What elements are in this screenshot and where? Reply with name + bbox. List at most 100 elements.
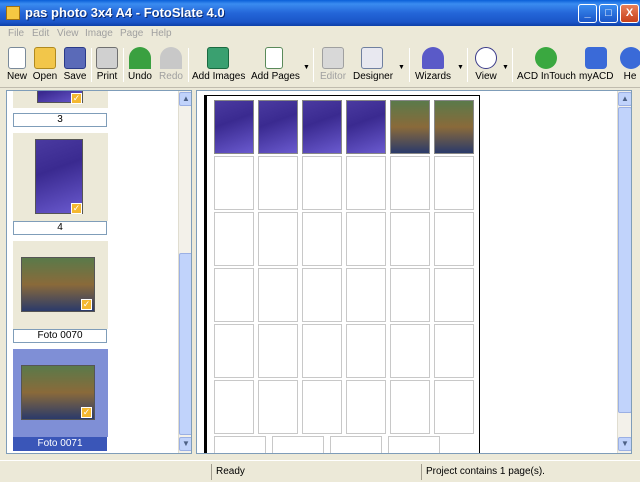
photo-slot[interactable] bbox=[258, 100, 298, 154]
photo-slot[interactable] bbox=[388, 436, 440, 453]
menu-view[interactable]: View bbox=[57, 28, 79, 39]
add-pages-button[interactable]: Add Pages bbox=[251, 45, 300, 87]
photo-slot[interactable] bbox=[258, 268, 298, 322]
photo-slot[interactable] bbox=[272, 436, 324, 453]
photo-slot[interactable] bbox=[434, 156, 474, 210]
thumbnail-label-4[interactable]: 4 bbox=[13, 221, 107, 235]
acd-intouch-button[interactable]: ACD InTouch bbox=[517, 45, 576, 87]
photo-slot[interactable] bbox=[390, 380, 430, 434]
page-canvas[interactable]: ▲ ▼ bbox=[196, 90, 632, 454]
photo-slot[interactable] bbox=[214, 268, 254, 322]
close-button[interactable]: X bbox=[620, 4, 639, 23]
thumbnail-3[interactable]: ✓ bbox=[13, 91, 108, 108]
view-button[interactable]: View bbox=[472, 45, 500, 87]
add-pages-dropdown-icon[interactable]: ▼ bbox=[303, 64, 310, 71]
open-button[interactable]: Open bbox=[32, 45, 58, 87]
designer-dropdown-icon[interactable]: ▼ bbox=[398, 64, 405, 71]
thumbnail-foto-0071[interactable]: ✓ bbox=[13, 349, 108, 437]
photo-slot[interactable] bbox=[346, 380, 386, 434]
add-images-button[interactable]: Add Images bbox=[192, 45, 245, 87]
redo-button[interactable]: Redo bbox=[158, 45, 184, 87]
photo-slot[interactable] bbox=[302, 212, 342, 266]
placed-photo[interactable] bbox=[347, 101, 385, 153]
photo-slot[interactable] bbox=[302, 324, 342, 378]
new-button[interactable]: New bbox=[4, 45, 30, 87]
photo-slot[interactable] bbox=[258, 212, 298, 266]
photo-slot[interactable] bbox=[390, 212, 430, 266]
view-dropdown-icon[interactable]: ▼ bbox=[502, 64, 509, 71]
maximize-button[interactable]: □ bbox=[599, 4, 618, 23]
photo-slot[interactable] bbox=[214, 212, 254, 266]
scroll-up-icon[interactable]: ▲ bbox=[179, 92, 191, 106]
title-bar[interactable]: pas photo 3x4 A4 - FotoSlate 4.0 _ □ X bbox=[0, 0, 640, 26]
photo-slot[interactable] bbox=[214, 380, 254, 434]
thumbnail-label-foto-0070[interactable]: Foto 0070 bbox=[13, 329, 107, 343]
placed-photo[interactable] bbox=[303, 101, 341, 153]
thumbnail-scrollbar[interactable]: ▲ ▼ bbox=[178, 91, 191, 453]
page-scrollbar[interactable]: ▲ ▼ bbox=[617, 91, 631, 453]
photo-slot[interactable] bbox=[390, 268, 430, 322]
thumbnail-pane[interactable]: ✓ 3 ✓ 4 ✓ Foto 0070 ✓ Foto 0071 ▲ ▼ bbox=[6, 90, 192, 454]
photo-slot[interactable] bbox=[302, 268, 342, 322]
wizards-dropdown-icon[interactable]: ▼ bbox=[457, 64, 464, 71]
photo-slot[interactable] bbox=[214, 436, 266, 453]
photo-slot[interactable] bbox=[302, 156, 342, 210]
thumbnail-label-3[interactable]: 3 bbox=[13, 113, 107, 127]
menu-image[interactable]: Image bbox=[85, 28, 113, 39]
editor-button[interactable]: Editor bbox=[318, 45, 348, 87]
photo-slot[interactable] bbox=[258, 156, 298, 210]
photo-slot[interactable] bbox=[214, 100, 254, 154]
save-button[interactable]: Save bbox=[62, 45, 88, 87]
placed-photo[interactable] bbox=[391, 101, 429, 153]
photo-slot[interactable] bbox=[346, 268, 386, 322]
designer-button[interactable]: Designer bbox=[353, 45, 393, 87]
wizards-button[interactable]: Wizards bbox=[414, 45, 452, 87]
photo-slot[interactable] bbox=[434, 268, 474, 322]
placed-photo[interactable] bbox=[215, 101, 253, 153]
photo-slot[interactable] bbox=[258, 380, 298, 434]
thumbnail-4[interactable]: ✓ bbox=[13, 133, 108, 221]
photo-slot[interactable] bbox=[434, 324, 474, 378]
placed-photo[interactable] bbox=[435, 101, 473, 153]
photo-slot[interactable] bbox=[302, 380, 342, 434]
scroll-down-icon[interactable]: ▼ bbox=[618, 437, 631, 451]
thumbnail-label-foto-0071[interactable]: Foto 0071 bbox=[13, 437, 107, 451]
photo-slot[interactable] bbox=[330, 436, 382, 453]
myacd-button[interactable]: myACD bbox=[579, 45, 613, 87]
a4-page[interactable] bbox=[204, 95, 480, 453]
toolbar-separator bbox=[512, 48, 513, 82]
photo-slot[interactable] bbox=[258, 324, 298, 378]
menu-file[interactable]: File bbox=[8, 28, 24, 39]
print-button[interactable]: Print bbox=[95, 45, 119, 87]
globe-icon bbox=[535, 47, 557, 69]
photo-slot[interactable] bbox=[390, 156, 430, 210]
scrollbar-thumb[interactable] bbox=[179, 253, 191, 435]
thumbnail-foto-0070[interactable]: ✓ bbox=[13, 241, 108, 329]
photo-slot[interactable] bbox=[390, 324, 430, 378]
help-button[interactable]: He bbox=[620, 45, 640, 87]
photo-slot[interactable] bbox=[434, 212, 474, 266]
menu-edit[interactable]: Edit bbox=[32, 28, 49, 39]
photo-slot[interactable] bbox=[346, 100, 386, 154]
photo-slot[interactable] bbox=[346, 156, 386, 210]
scroll-up-icon[interactable]: ▲ bbox=[618, 92, 631, 106]
photo-slot[interactable] bbox=[346, 324, 386, 378]
app-window: pas photo 3x4 A4 - FotoSlate 4.0 _ □ X F… bbox=[0, 0, 640, 482]
photo-slot[interactable] bbox=[214, 324, 254, 378]
undo-button[interactable]: Undo bbox=[127, 45, 153, 87]
photo-slot[interactable] bbox=[434, 380, 474, 434]
minimize-button[interactable]: _ bbox=[578, 4, 597, 23]
photo-slot[interactable] bbox=[346, 212, 386, 266]
photo-slot[interactable] bbox=[302, 100, 342, 154]
photo-slot[interactable] bbox=[214, 156, 254, 210]
scroll-down-icon[interactable]: ▼ bbox=[179, 437, 191, 451]
scrollbar-thumb[interactable] bbox=[618, 107, 631, 413]
menu-bar: File Edit View Image Page Help bbox=[0, 26, 640, 42]
menu-help[interactable]: Help bbox=[151, 28, 172, 39]
photo-slot[interactable] bbox=[434, 100, 474, 154]
photo-slot[interactable] bbox=[390, 100, 430, 154]
menu-page[interactable]: Page bbox=[120, 28, 143, 39]
new-icon bbox=[8, 47, 26, 69]
toolbar-separator bbox=[313, 48, 314, 82]
placed-photo[interactable] bbox=[259, 101, 297, 153]
